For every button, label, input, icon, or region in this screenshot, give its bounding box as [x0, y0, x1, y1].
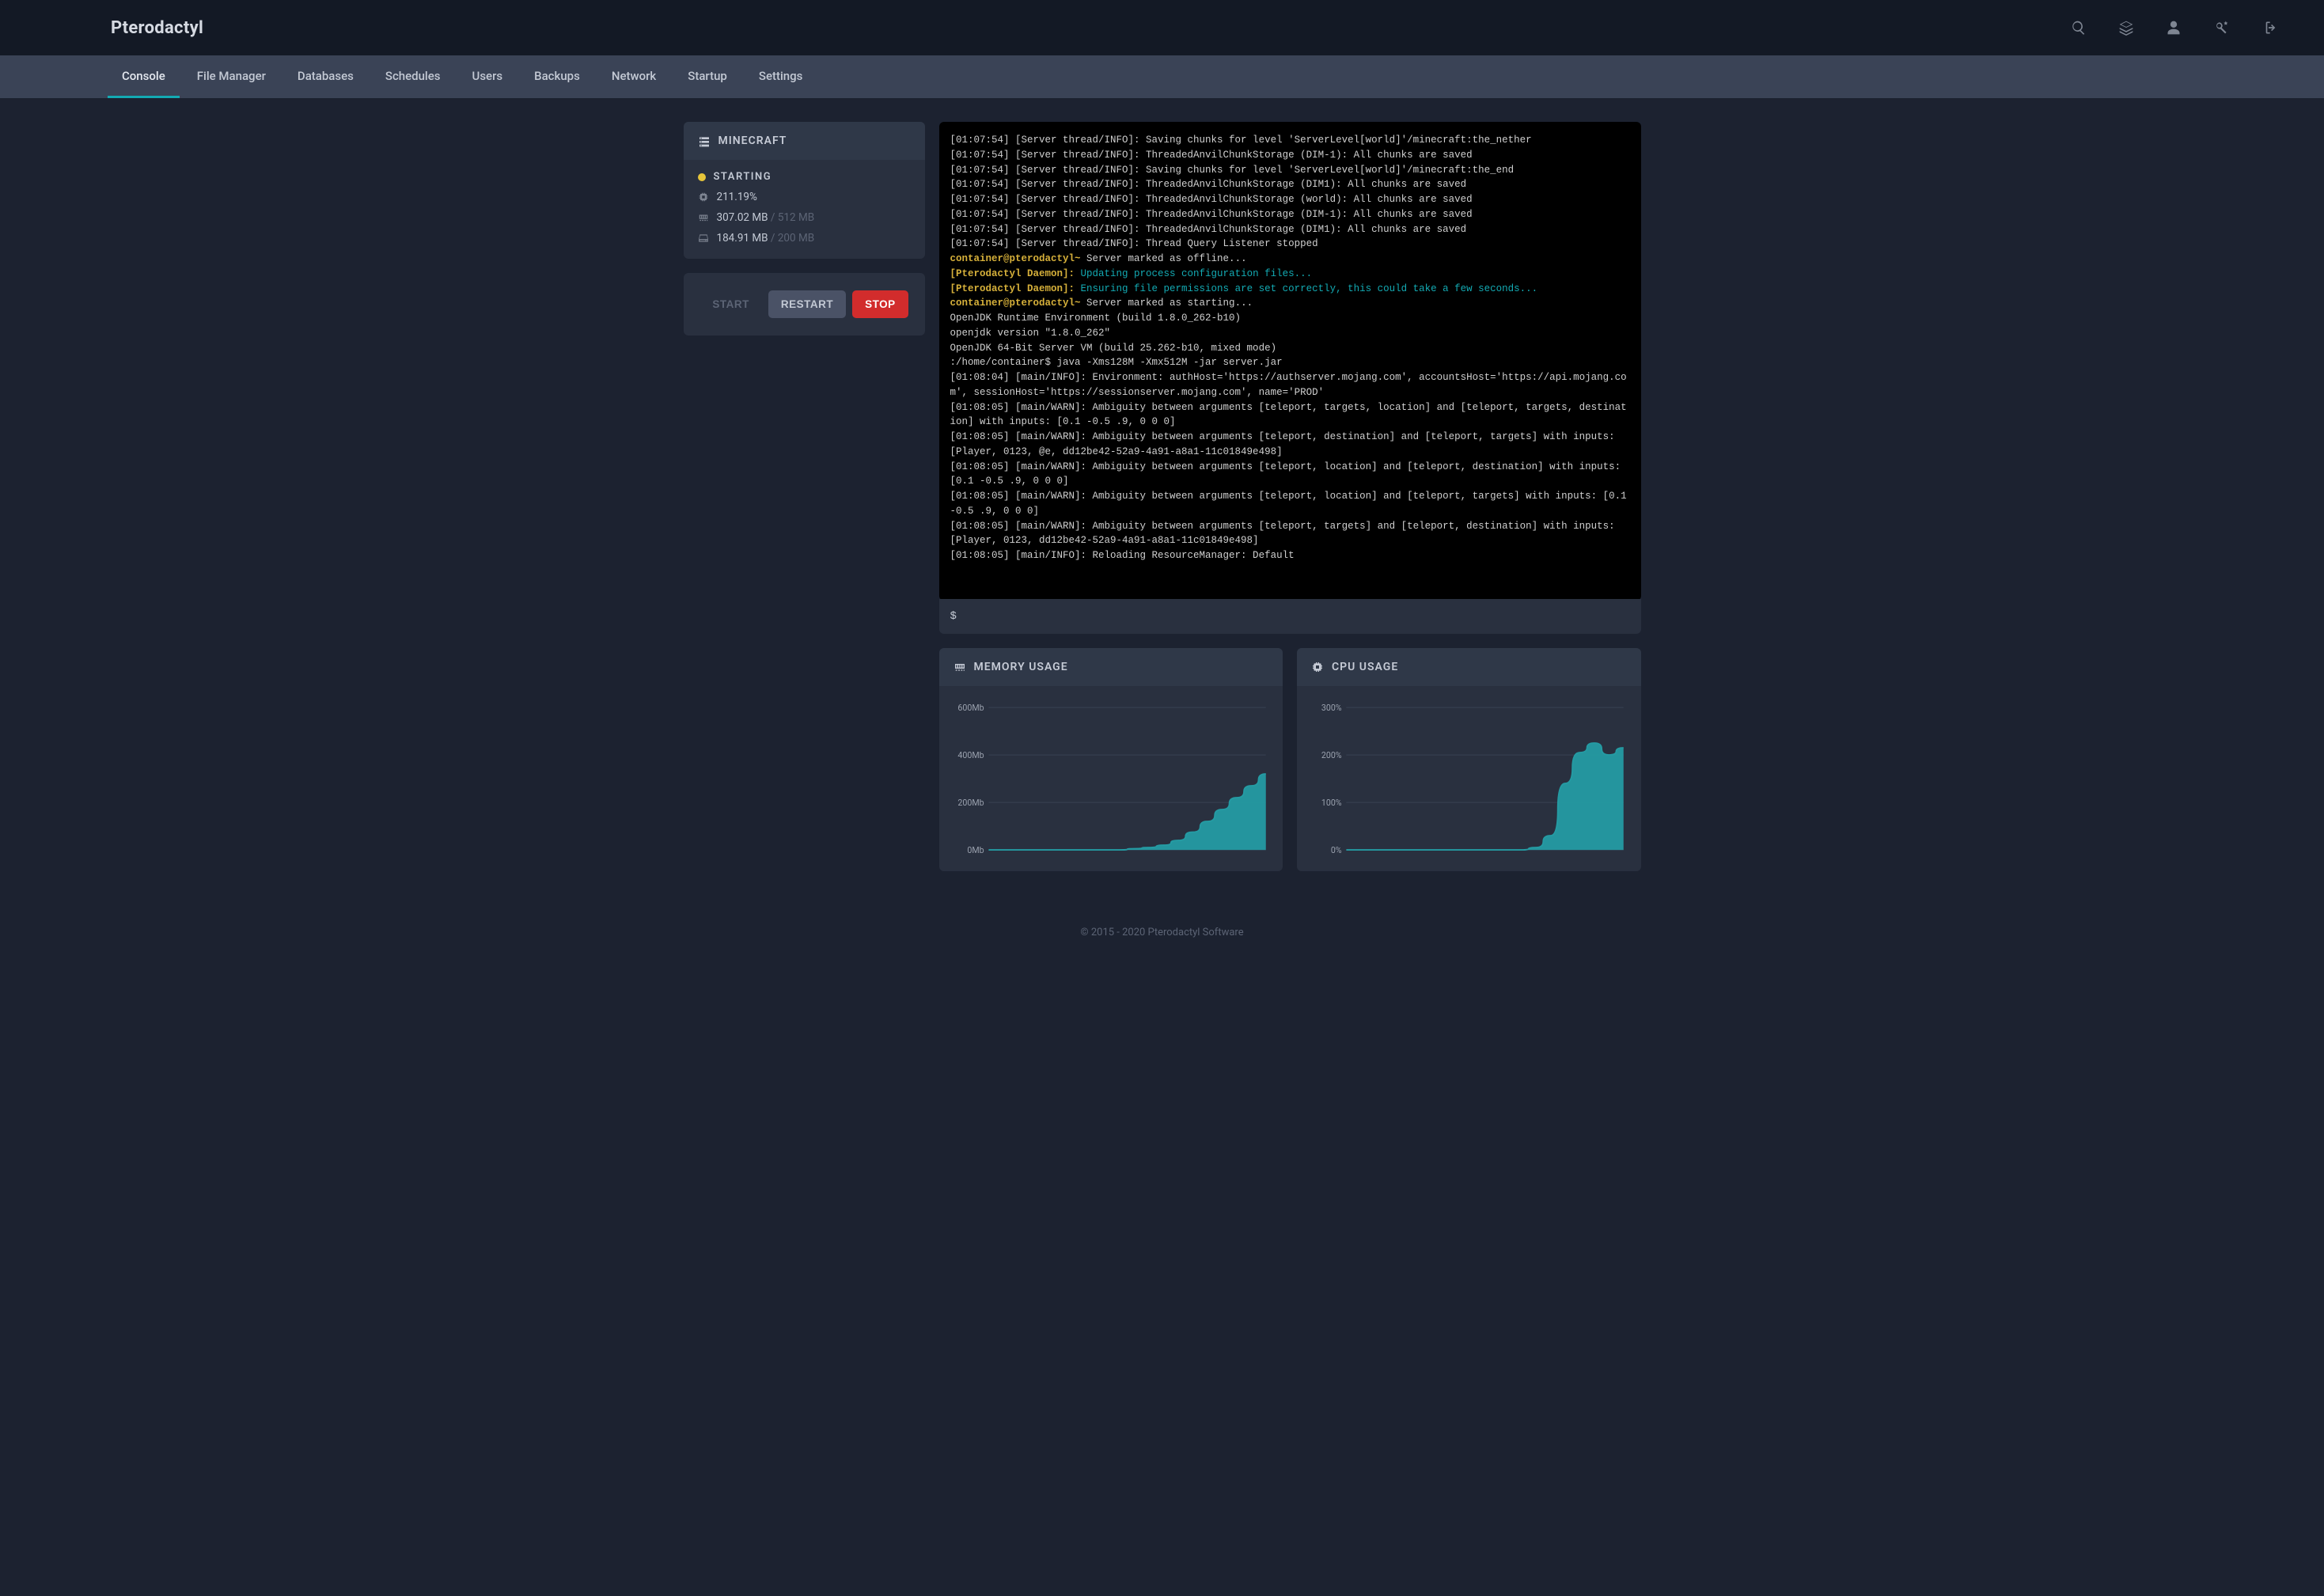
console-line: OpenJDK 64-Bit Server VM (build 25.262-b… [950, 341, 1630, 356]
tab-databases[interactable]: Databases [283, 55, 368, 98]
svg-text:0Mb: 0Mb [967, 845, 984, 855]
server-name: MINECRAFT [718, 135, 787, 147]
status-text: STARTING [714, 171, 772, 183]
tab-settings[interactable]: Settings [745, 55, 817, 98]
memory-chart-card: MEMORY USAGE 0Mb 200Mb 400Mb 600Mb [939, 648, 1283, 871]
console-line: [01:07:54] [Server thread/INFO]: Threade… [950, 207, 1630, 222]
svg-text:200%: 200% [1321, 750, 1342, 760]
console-line: [01:08:05] [main/WARN]: Ambiguity betwee… [950, 460, 1630, 490]
console-line: [01:07:54] [Server thread/INFO]: Threade… [950, 148, 1630, 163]
cpu-row: 211.19% [698, 191, 911, 203]
status-dot-icon [698, 173, 706, 181]
footer-copyright: © 2015 - 2020 Pterodactyl Software [0, 903, 2324, 978]
console-line: openjdk version "1.8.0_262" [950, 326, 1630, 341]
memory-used: 307.02 MB [717, 211, 768, 224]
svg-text:400Mb: 400Mb [957, 750, 984, 760]
stop-button[interactable]: STOP [852, 290, 908, 318]
microchip-icon [698, 191, 709, 203]
memory-limit: 512 MB [778, 211, 814, 224]
disk-limit: 200 MB [778, 232, 814, 245]
console-line: [Pterodactyl Daemon]: Ensuring file perm… [950, 282, 1630, 297]
disk-used: 184.91 MB [717, 232, 768, 245]
start-button[interactable]: START [699, 290, 762, 318]
console-line: [01:07:54] [Server thread/INFO]: Saving … [950, 163, 1630, 178]
cpu-chart-title: CPU USAGE [1332, 661, 1398, 673]
topbar: Pterodactyl [0, 0, 2324, 55]
subnav: ConsoleFile ManagerDatabasesSchedulesUse… [0, 55, 2324, 98]
console-line: [01:08:05] [main/WARN]: Ambiguity betwee… [950, 489, 1630, 519]
console-line: [01:08:05] [main/WARN]: Ambiguity betwee… [950, 519, 1630, 549]
console-line: [01:08:05] [main/WARN]: Ambiguity betwee… [950, 400, 1630, 430]
tab-schedules[interactable]: Schedules [371, 55, 455, 98]
tab-backups[interactable]: Backups [520, 55, 594, 98]
command-input[interactable]: $ [939, 599, 1641, 634]
console-line: [01:07:54] [Server thread/INFO]: Saving … [950, 133, 1630, 148]
server-status-card: MINECRAFT STARTING 211.19% 307.02 MB / 5… [684, 122, 925, 259]
command-prompt: $ [950, 610, 957, 623]
console-line: [01:08:05] [main/INFO]: Reloading Resour… [950, 548, 1630, 563]
cpu-value: 211.19% [717, 191, 757, 203]
console-line: [01:08:04] [main/INFO]: Environment: aut… [950, 370, 1630, 400]
console-line: [01:07:54] [Server thread/INFO]: Threade… [950, 192, 1630, 207]
console-line: [01:08:05] [main/WARN]: Ambiguity betwee… [950, 430, 1630, 460]
status-row: STARTING [698, 171, 911, 183]
tab-network[interactable]: Network [597, 55, 670, 98]
disk-row: 184.91 MB / 200 MB [698, 232, 911, 245]
brand-logo[interactable]: Pterodactyl [111, 18, 203, 38]
tab-file-manager[interactable]: File Manager [183, 55, 280, 98]
cpu-chart-card: CPU USAGE 0% 100% 200% 300% [1297, 648, 1641, 871]
server-status-header: MINECRAFT [684, 122, 925, 160]
svg-text:100%: 100% [1321, 798, 1342, 808]
microchip-icon [1311, 661, 1324, 673]
memory-icon [698, 212, 709, 223]
console-line: [Pterodactyl Daemon]: Updating process c… [950, 267, 1630, 282]
memory-chart: 0Mb 200Mb 400Mb 600Mb [950, 697, 1272, 863]
tab-console[interactable]: Console [108, 55, 180, 98]
restart-button[interactable]: RESTART [768, 290, 846, 318]
console-line: [01:07:54] [Server thread/INFO]: Threade… [950, 222, 1630, 237]
tab-users[interactable]: Users [458, 55, 517, 98]
power-controls: START RESTART STOP [684, 273, 925, 336]
console-line: :/home/container$ java -Xms128M -Xmx512M… [950, 355, 1630, 370]
console-line: container@pterodactyl~ Server marked as … [950, 296, 1630, 311]
user-icon[interactable] [2150, 0, 2197, 55]
console-line: [01:07:54] [Server thread/INFO]: Threade… [950, 177, 1630, 192]
svg-text:200Mb: 200Mb [957, 798, 984, 808]
server-icon [698, 135, 711, 147]
console-line: OpenJDK Runtime Environment (build 1.8.0… [950, 311, 1630, 326]
search-icon[interactable] [2055, 0, 2102, 55]
console-line: [01:07:54] [Server thread/INFO]: Thread … [950, 237, 1630, 252]
logout-icon[interactable] [2245, 0, 2292, 55]
memory-icon [953, 661, 966, 673]
console-output[interactable]: [01:07:54] [Server thread/INFO]: Saving … [939, 122, 1641, 601]
memory-chart-title: MEMORY USAGE [974, 661, 1068, 673]
tab-startup[interactable]: Startup [673, 55, 741, 98]
svg-text:600Mb: 600Mb [957, 703, 984, 713]
hdd-icon [698, 233, 709, 244]
svg-text:0%: 0% [1331, 845, 1342, 855]
cpu-chart: 0% 100% 200% 300% [1308, 697, 1630, 863]
layers-icon[interactable] [2102, 0, 2150, 55]
memory-row: 307.02 MB / 512 MB [698, 211, 911, 224]
svg-text:300%: 300% [1321, 703, 1342, 713]
admin-gears-icon[interactable] [2197, 0, 2245, 55]
console-line: container@pterodactyl~ Server marked as … [950, 252, 1630, 267]
